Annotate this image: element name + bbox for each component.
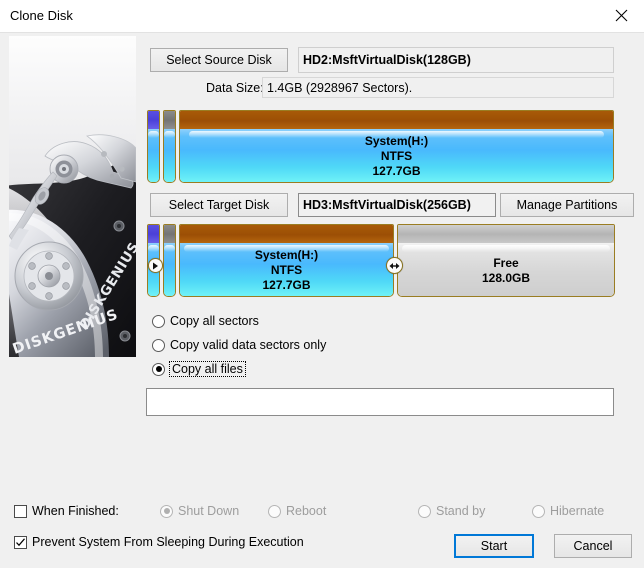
select-source-disk-button[interactable]: Select Source Disk <box>150 48 288 72</box>
checkbox-indicator <box>14 535 27 549</box>
partition-header-band <box>148 225 159 244</box>
target-disk-map[interactable]: System(H:) NTFS 127.7GB Free 128.0GB <box>147 224 615 297</box>
data-size-label: Data Size: <box>206 81 264 95</box>
prevent-sleep-checkbox[interactable]: Prevent System From Sleeping During Exec… <box>14 535 304 549</box>
source-disk-map[interactable]: System(H:) NTFS 127.7GB <box>147 110 615 183</box>
radio-indicator <box>152 314 165 328</box>
disk-partition[interactable] <box>163 224 176 297</box>
title-bar: Clone Disk <box>0 0 644 33</box>
copy-mode-option-all-files[interactable]: Copy all files <box>152 361 246 377</box>
after-action-hibernate[interactable]: Hibernate <box>532 504 604 518</box>
copy-mode-option-valid-data[interactable]: Copy valid data sectors only <box>152 338 326 352</box>
disk-partition[interactable] <box>163 110 176 183</box>
radio-indicator <box>160 504 173 518</box>
progress-status-box <box>146 388 614 416</box>
copy-mode-option-all-sectors[interactable]: Copy all sectors <box>152 314 259 328</box>
checkbox-indicator <box>14 504 27 518</box>
cancel-button[interactable]: Cancel <box>554 534 632 558</box>
partition-body <box>164 129 175 182</box>
partition-body <box>148 129 159 182</box>
copy-mode-label: Copy all files <box>169 361 246 377</box>
after-action-label: Shut Down <box>178 504 240 518</box>
disk-partition[interactable]: Free 128.0GB <box>397 224 615 297</box>
radio-indicator <box>268 504 281 518</box>
select-target-disk-button[interactable]: Select Target Disk <box>150 193 288 217</box>
copy-mode-label: Copy valid data sectors only <box>170 338 327 352</box>
partition-body <box>164 243 175 296</box>
manage-partitions-button[interactable]: Manage Partitions <box>500 193 634 217</box>
partition-body <box>180 243 393 296</box>
partition-header-band <box>180 111 613 130</box>
when-finished-checkbox[interactable]: When Finished: <box>14 504 119 518</box>
radio-indicator <box>152 362 165 376</box>
prevent-sleep-label: Prevent System From Sleeping During Exec… <box>32 535 304 549</box>
after-action-reboot[interactable]: Reboot <box>268 504 326 518</box>
radio-indicator <box>152 338 165 352</box>
target-disk-value: HD3:MsftVirtualDisk(256GB) <box>298 193 496 217</box>
partition-body <box>180 129 613 182</box>
close-icon[interactable] <box>599 0 644 31</box>
start-button[interactable]: Start <box>454 534 534 558</box>
play-right-icon[interactable] <box>148 258 163 273</box>
radio-indicator <box>418 504 431 518</box>
diskgenius-hard-drive-illustration: DISKGENIUS DISKGENIUS <box>9 36 136 357</box>
after-action-stand-by[interactable]: Stand by <box>418 504 485 518</box>
radio-indicator <box>532 504 545 518</box>
disk-partition[interactable]: System(H:) NTFS 127.7GB <box>179 224 394 297</box>
data-size-value: 1.4GB (2928967 Sectors). <box>262 77 614 98</box>
disk-partition[interactable] <box>147 110 160 183</box>
partition-header-band <box>148 111 159 130</box>
partition-header-band <box>180 225 393 244</box>
after-action-shut-down[interactable]: Shut Down <box>160 504 239 518</box>
partition-header-band <box>398 225 614 244</box>
copy-mode-label: Copy all sectors <box>170 314 259 328</box>
after-action-label: Hibernate <box>550 504 605 518</box>
window-title: Clone Disk <box>10 8 73 23</box>
after-action-label: Stand by <box>436 504 486 518</box>
partition-body <box>398 243 614 296</box>
disk-partition[interactable]: System(H:) NTFS 127.7GB <box>179 110 614 183</box>
partition-header-band <box>164 225 175 244</box>
after-action-label: Reboot <box>286 504 327 518</box>
resize-horizontal-icon[interactable] <box>386 257 403 274</box>
when-finished-label: When Finished: <box>32 504 119 518</box>
source-disk-value: HD2:MsftVirtualDisk(128GB) <box>298 47 614 73</box>
partition-header-band <box>164 111 175 130</box>
